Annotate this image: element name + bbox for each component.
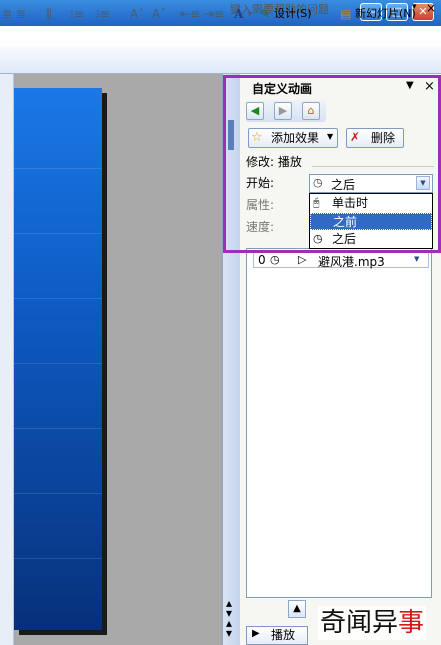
play-icon: ▶ — [252, 628, 260, 639]
design-icon[interactable]: ✎ — [260, 5, 270, 23]
effect-name: 避风港.mp3 — [318, 255, 385, 269]
left-gutter — [0, 74, 14, 645]
slide-gridline — [14, 558, 102, 559]
clock-icon: ◷ — [270, 253, 280, 266]
formatting-toolbar — [0, 46, 441, 74]
numbered-list-icon[interactable]: ⁝≡ — [70, 5, 84, 23]
justify-icon[interactable]: ≣ ≣ — [2, 5, 26, 23]
distribute-icon[interactable]: ⫼ — [46, 5, 52, 23]
bullet-list-icon[interactable]: ⁝≡ — [96, 5, 110, 23]
decrease-font-icon[interactable]: Aˇ — [152, 5, 166, 23]
chevron-down-icon[interactable]: ▼ — [414, 255, 419, 263]
slide-gridline — [14, 428, 102, 429]
new-slide-icon[interactable]: ▤ — [340, 5, 351, 23]
scroll-arrows-icon[interactable]: ▴ ▾ ▴ ▾ — [226, 597, 232, 639]
effect-order: 0 — [258, 253, 266, 267]
slide-gridline — [14, 298, 102, 299]
highlight-box — [223, 75, 441, 253]
watermark-text: 奇闻异 — [320, 608, 399, 638]
slide-canvas[interactable] — [14, 88, 102, 630]
slide-gridline — [14, 168, 102, 169]
slide-gridline — [14, 363, 102, 364]
design-button[interactable]: 设计(S) — [274, 5, 312, 23]
increase-font-icon[interactable]: Aˆ — [130, 5, 144, 23]
watermark-accent: 事 — [398, 608, 425, 638]
effect-list[interactable] — [246, 248, 432, 598]
help-bar — [0, 26, 441, 46]
play-icon: ▷ — [298, 253, 307, 266]
watermark: 奇闻异事 — [318, 606, 427, 640]
font-color-icon[interactable]: A — [234, 5, 243, 23]
slide-gridline — [14, 493, 102, 494]
decrease-indent-icon[interactable]: ⇤≡ — [180, 5, 200, 23]
slide-gridline — [14, 233, 102, 234]
font-color-dropdown-icon[interactable]: ▾ — [248, 5, 252, 23]
new-slide-button[interactable]: 新幻灯片(N) — [355, 5, 435, 23]
reorder-up-icon[interactable]: ▲ — [288, 600, 306, 618]
increase-indent-icon[interactable]: ⇥≡ — [204, 5, 224, 23]
